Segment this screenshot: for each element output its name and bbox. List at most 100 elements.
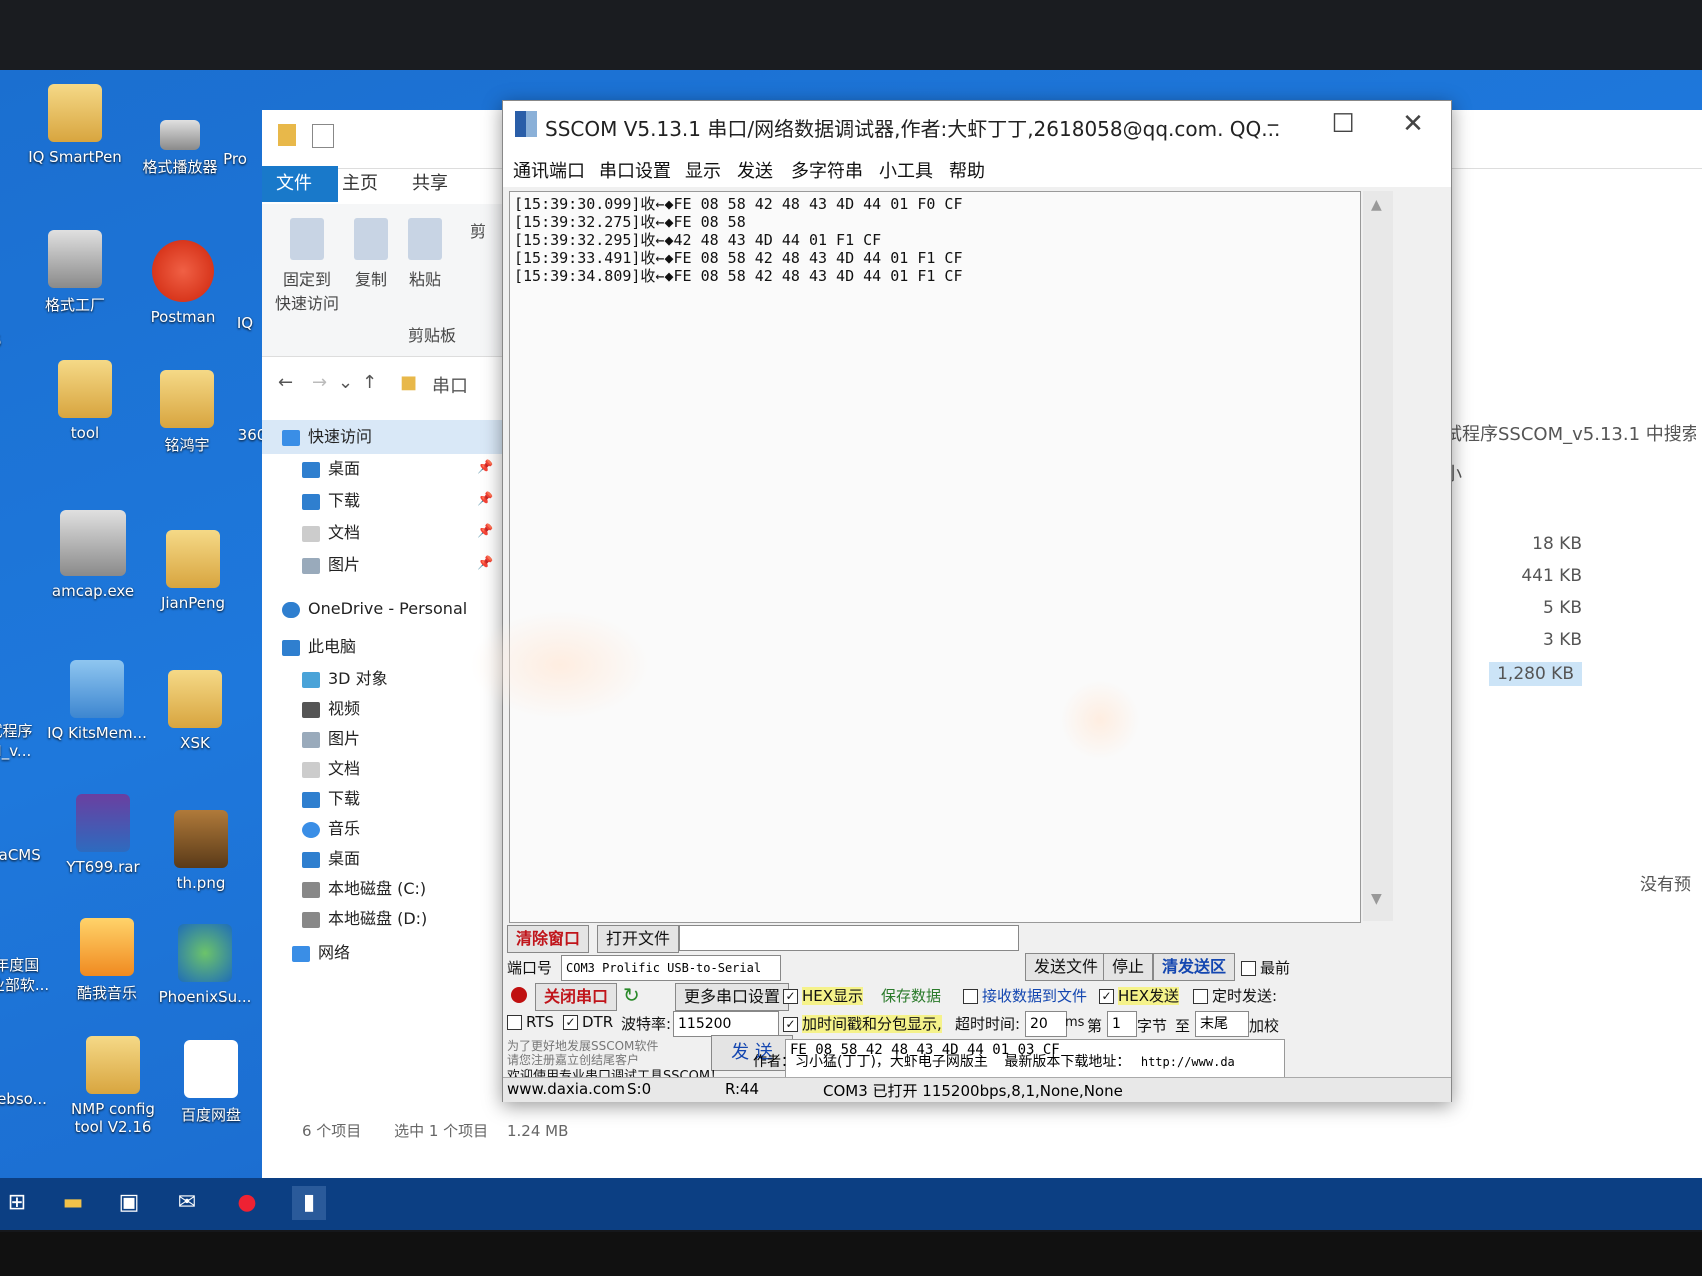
minimize-icon[interactable]: – — [1253, 109, 1293, 139]
hex-send-checkbox[interactable]: ✓ HEX发送 — [1099, 985, 1180, 1006]
desktop-icon-nmp-config[interactable]: NMP config tool V2.16 — [58, 1036, 168, 1136]
nav-videos[interactable]: 视频 — [302, 696, 360, 722]
menu-display[interactable]: 显示 — [685, 157, 721, 183]
app-icon[interactable]: ● — [230, 1186, 264, 1220]
close-icon[interactable]: ✕ — [1393, 109, 1433, 139]
start-icon[interactable]: ⊞ — [0, 1186, 34, 1220]
menu-multi-string[interactable]: 多字符串 — [791, 157, 863, 183]
file-path-input[interactable] — [679, 925, 1019, 951]
store-icon[interactable]: ▣ — [112, 1186, 146, 1220]
close-port-button[interactable]: 关闭串口 — [535, 983, 618, 1011]
nav-onedrive[interactable]: OneDrive - Personal — [282, 596, 467, 622]
desktop-icon-minghongyu[interactable]: 铭鸿宇 — [132, 370, 242, 455]
byte-index-input[interactable]: 1 — [1107, 1011, 1137, 1037]
hex-display-checkbox[interactable]: ✓ HEX显示 — [783, 985, 864, 1006]
timeout-input[interactable]: 20 — [1025, 1011, 1067, 1037]
chevron-down-icon[interactable]: ⌄ — [338, 372, 353, 393]
sscom-logo-icon — [515, 111, 537, 137]
more-serial-settings-button[interactable]: 更多串口设置 — [675, 983, 790, 1011]
desktop-icon-tool[interactable]: tool — [30, 360, 140, 442]
desktop-icon-iq-smartpen[interactable]: IQ SmartPen — [20, 84, 130, 166]
nav-3d-objects[interactable]: 3D 对象 — [302, 666, 388, 692]
nav-desktop[interactable]: 桌面 — [302, 456, 360, 482]
copy-button[interactable]: 复制 — [346, 218, 396, 290]
file-explorer-icon[interactable]: ▬ — [56, 1186, 90, 1220]
nav-downloads-pc[interactable]: 下载 — [302, 786, 360, 812]
forward-arrow-icon[interactable]: → — [312, 372, 327, 393]
dtr-checkbox[interactable]: ✓ DTR — [563, 1013, 613, 1031]
receive-scrollbar[interactable]: ▲ ▼ — [1363, 191, 1393, 921]
tab-share[interactable]: 共享 — [398, 166, 462, 202]
desktop-icon-postman[interactable]: Postman — [128, 240, 238, 326]
clear-window-button[interactable]: 清除窗口 — [507, 925, 590, 953]
desktop-icon-iq-kitsmem[interactable]: IQ KitsMem... — [42, 660, 152, 742]
nav-network[interactable]: 网络 — [292, 940, 350, 966]
scroll-down-icon[interactable]: ▼ — [1371, 891, 1382, 907]
desktop-icon-amcap[interactable]: amcap.exe — [38, 510, 148, 600]
desktop-icon-yt699[interactable]: YT699.rar — [48, 794, 158, 876]
timestamp-checkbox[interactable]: ✓ 加时间戳和分包显示, — [783, 1013, 942, 1034]
nav-desktop-pc[interactable]: 桌面 — [302, 846, 360, 872]
timed-send-checkbox[interactable]: 定时发送: — [1193, 985, 1277, 1006]
nav-music[interactable]: 音乐 — [302, 816, 360, 842]
nav-downloads[interactable]: 下载 — [302, 488, 360, 514]
desktop-icon — [302, 461, 320, 478]
pin-quick-access-button[interactable]: 固定到 快速访问 — [272, 218, 342, 314]
top-checkbox[interactable]: 最前 — [1241, 957, 1290, 978]
mail-icon[interactable]: ✉ — [170, 1186, 204, 1220]
nav-pictures[interactable]: 图片 — [302, 552, 360, 578]
desktop-icon-xsk[interactable]: XSK — [140, 670, 250, 752]
desktop-icon-baidu-netdisk[interactable]: 百度网盘 — [156, 1040, 266, 1125]
menu-comm-port[interactable]: 通讯端口 — [513, 157, 585, 183]
desktop-icon-format-factory[interactable]: 格式工厂 — [20, 230, 130, 315]
recv-to-file-checkbox[interactable]: 接收数据到文件 — [963, 985, 1087, 1006]
open-file-button[interactable]: 打开文件 — [597, 925, 680, 953]
nav-documents-pc[interactable]: 文档 — [302, 756, 360, 782]
nav-drive-d[interactable]: 本地磁盘 (D:) — [302, 906, 427, 932]
file-size-selected[interactable]: 1,280 KB — [1489, 662, 1582, 686]
clear-send-button[interactable]: 清发送区 — [1153, 953, 1236, 981]
paste-button[interactable]: 粘贴 — [400, 218, 450, 290]
desktop-icon-th-png[interactable]: th.png — [146, 810, 256, 892]
pictures-icon — [302, 557, 320, 574]
nav-drive-c[interactable]: 本地磁盘 (C:) — [302, 876, 426, 902]
nav-quick-access[interactable]: 快速访问 — [282, 424, 372, 450]
desktop-icon-phoenixsuit[interactable]: PhoenixSu... — [150, 924, 260, 1006]
menu-serial-settings[interactable]: 串口设置 — [599, 157, 671, 183]
desktop-icon-jianpeng[interactable]: JianPeng — [138, 530, 248, 612]
menu-tools[interactable]: 小工具 — [879, 157, 933, 183]
port-select[interactable]: COM3 Prolific USB-to-Serial — [561, 955, 781, 981]
send-file-button[interactable]: 发送文件 — [1025, 953, 1108, 981]
menu-help[interactable]: 帮助 — [949, 157, 985, 183]
desktop-icon — [302, 851, 320, 868]
tab-file[interactable]: 文件 — [262, 166, 338, 202]
nav-documents[interactable]: 文档 — [302, 520, 360, 546]
desktop-icon-kuwo[interactable]: 酷我音乐 — [52, 918, 162, 1003]
add-checksum-label[interactable]: 加校 — [1249, 1015, 1279, 1036]
desktop-icon-pro[interactable]: Pro — [205, 150, 265, 168]
stop-button[interactable]: 停止 — [1103, 953, 1154, 981]
desktop-icon-iq2[interactable]: IQ — [225, 314, 265, 332]
rts-checkbox[interactable]: RTS — [507, 1013, 554, 1031]
refresh-icon[interactable]: ↻ — [623, 983, 640, 1007]
back-arrow-icon[interactable]: ← — [278, 372, 293, 393]
desktop-edge-label: Webso... — [0, 1090, 47, 1108]
up-arrow-icon[interactable]: ↑ — [362, 372, 377, 393]
sscom-taskbar-icon[interactable]: ▮ — [292, 1186, 326, 1220]
receive-area[interactable]: [15:39:30.099]收←◆FE 08 58 42 48 43 4D 44… — [509, 191, 1361, 923]
nav-pictures-pc[interactable]: 图片 — [302, 726, 360, 752]
desktop-icon-format-player[interactable]: 格式播放器 — [125, 120, 235, 177]
maximize-icon[interactable]: ☐ — [1323, 109, 1363, 139]
cut-button[interactable]: 剪 — [458, 218, 498, 242]
scroll-up-icon[interactable]: ▲ — [1371, 197, 1382, 213]
nav-this-pc[interactable]: 此电脑 — [282, 634, 356, 660]
site-link[interactable]: www.daxia.com — [507, 1080, 625, 1098]
checkbox-icon[interactable] — [312, 124, 334, 148]
tab-home[interactable]: 主页 — [328, 166, 392, 202]
baud-select[interactable]: 115200 — [673, 1011, 779, 1037]
save-data-label[interactable]: 保存数据 — [881, 985, 941, 1006]
menu-send[interactable]: 发送 — [737, 157, 773, 183]
desktop-edge-label: d — [0, 444, 10, 462]
pin-icon: 📌 — [477, 460, 494, 475]
tail-select[interactable]: 末尾 — [1195, 1011, 1249, 1037]
